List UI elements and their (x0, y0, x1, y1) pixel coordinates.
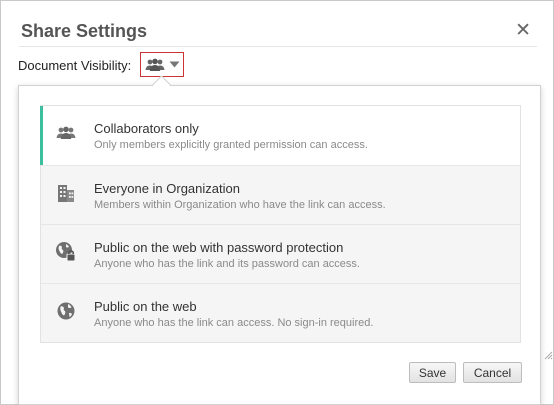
close-icon[interactable]: ✕ (515, 21, 531, 41)
building-icon (55, 182, 77, 204)
resize-handle-icon[interactable] (543, 350, 553, 360)
option-description: Anyone who has the link can access. No s… (94, 317, 374, 329)
cancel-button[interactable]: Cancel (463, 362, 522, 383)
save-button[interactable]: Save (409, 362, 456, 383)
share-settings-dialog: Share Settings ✕ Document Visibility: Co… (0, 0, 554, 405)
option-description: Anyone who has the link and its password… (94, 258, 360, 270)
people-icon (55, 122, 77, 144)
option-title: Public on the web with password protecti… (94, 240, 344, 255)
option-title: Collaborators only (94, 121, 199, 136)
option-everyone-in-organization[interactable]: Everyone in Organization Members within … (41, 165, 520, 224)
option-title: Public on the web (94, 299, 197, 314)
chevron-down-icon (169, 61, 179, 68)
option-description: Members within Organization who have the… (94, 199, 386, 211)
people-icon (145, 58, 164, 71)
option-description: Only members explicitly granted permissi… (94, 139, 368, 151)
globe-icon (55, 300, 77, 322)
globe-lock-icon (55, 241, 77, 263)
title-divider (19, 46, 537, 47)
visibility-option-list: Collaborators only Only members explicit… (40, 105, 521, 343)
option-public-on-web[interactable]: Public on the web Anyone who has the lin… (41, 283, 520, 342)
visibility-dropdown-button[interactable] (140, 52, 184, 77)
visibility-popup: Collaborators only Only members explicit… (18, 85, 541, 405)
dialog-title: Share Settings (21, 21, 148, 41)
document-visibility-label: Document Visibility: (18, 58, 132, 73)
option-public-password-protected[interactable]: Public on the web with password protecti… (41, 224, 520, 283)
option-collaborators-only[interactable]: Collaborators only Only members explicit… (40, 106, 520, 165)
option-title: Everyone in Organization (94, 181, 240, 196)
